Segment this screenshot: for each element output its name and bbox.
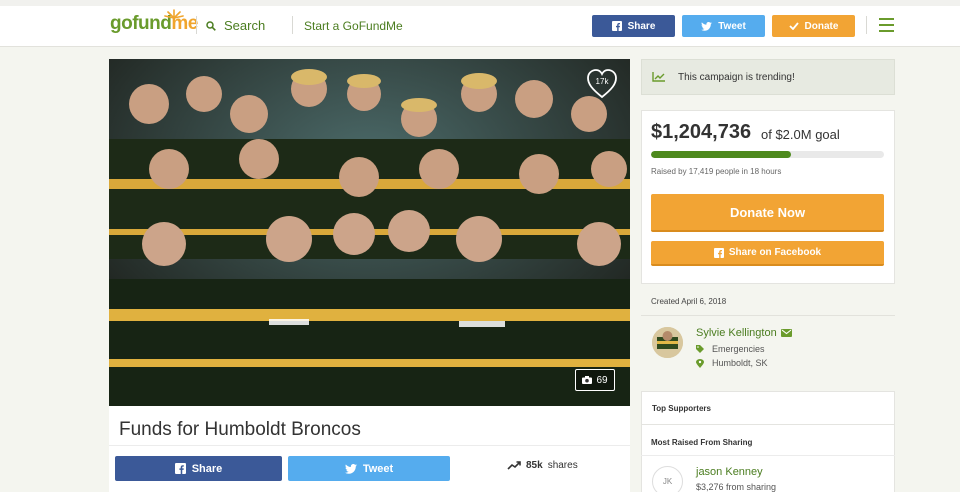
header-share-button[interactable]: Share xyxy=(592,15,675,37)
location-label: Humboldt, SK xyxy=(712,358,768,368)
supporter-name[interactable]: jason Kenney xyxy=(696,466,763,478)
hamburger-menu-icon[interactable] xyxy=(879,18,894,32)
divider xyxy=(641,315,895,316)
tweet-button[interactable]: Tweet xyxy=(288,456,450,481)
header-top-strip xyxy=(0,0,960,6)
progress-bar xyxy=(651,151,884,158)
trending-up-icon xyxy=(507,461,521,470)
share-on-facebook-button[interactable]: Share on Facebook xyxy=(651,241,884,266)
logo-sun-icon xyxy=(164,9,184,19)
supporter-amount: $3,276 from sharing xyxy=(696,482,777,492)
twitter-icon xyxy=(701,21,713,31)
header-divider xyxy=(866,16,867,34)
facebook-icon xyxy=(713,247,724,258)
heart-count: 17k xyxy=(595,77,609,86)
verified-email-icon xyxy=(780,329,792,337)
header-tweet-label: Tweet xyxy=(718,20,746,32)
header-divider xyxy=(292,16,293,34)
team-photo-image xyxy=(109,59,630,406)
raised-by-text: Raised by 17,419 people in 18 hours xyxy=(651,167,782,176)
shares-number: 85k xyxy=(526,460,543,471)
supporter-avatar: JK xyxy=(652,466,683,492)
organizer-avatar-image xyxy=(652,327,683,358)
twitter-icon xyxy=(344,463,357,474)
header-tweet-button[interactable]: Tweet xyxy=(682,15,765,37)
category-line[interactable]: Emergencies xyxy=(696,344,765,354)
campaign-photo[interactable] xyxy=(109,59,630,406)
header-share-label: Share xyxy=(627,20,656,32)
camera-icon xyxy=(582,376,593,384)
facebook-share-label: Share xyxy=(191,462,223,475)
donate-now-button[interactable]: Donate Now xyxy=(651,194,884,232)
organizer-avatar[interactable] xyxy=(652,327,683,358)
header-donate-label: Donate xyxy=(804,20,839,32)
checkmark-icon xyxy=(788,22,799,30)
trending-banner: This campaign is trending! xyxy=(641,59,895,95)
created-date: Created April 6, 2018 xyxy=(651,297,727,306)
organizer-name-link[interactable]: Sylvie Kellington xyxy=(696,327,792,339)
heart-count-badge[interactable]: 17k xyxy=(586,69,618,99)
most-raised-title: Most Raised From Sharing xyxy=(651,438,753,447)
facebook-icon xyxy=(611,21,622,31)
divider xyxy=(641,455,895,456)
trending-text: This campaign is trending! xyxy=(678,71,795,83)
facebook-share-button[interactable]: Share xyxy=(115,456,282,481)
location-line: Humboldt, SK xyxy=(696,358,768,368)
category-label: Emergencies xyxy=(712,344,765,354)
header-donate-button[interactable]: Donate xyxy=(772,15,855,37)
photo-count-button[interactable]: 69 xyxy=(575,369,615,391)
search-link[interactable]: Search xyxy=(206,18,265,33)
top-supporters-header[interactable]: Top Supporters xyxy=(641,391,895,425)
photo-count: 69 xyxy=(596,374,608,386)
tweet-label: Tweet xyxy=(362,462,394,475)
organizer-name: Sylvie Kellington xyxy=(696,327,777,339)
campaign-title: Funds for Humboldt Broncos xyxy=(119,419,361,440)
shares-label: shares xyxy=(547,460,578,471)
search-icon xyxy=(206,20,216,31)
tag-icon xyxy=(696,345,704,353)
trending-chart-icon xyxy=(652,72,665,82)
share-on-facebook-label: Share on Facebook xyxy=(728,247,822,258)
share-count: 85k shares xyxy=(507,460,578,471)
search-label: Search xyxy=(224,18,266,33)
progress-fill xyxy=(651,151,791,158)
start-gofundme-link[interactable]: Start a GoFundMe xyxy=(304,19,403,33)
location-pin-icon xyxy=(696,358,704,368)
goal-text: of $2.0M goal xyxy=(761,127,840,142)
amount-raised: $1,204,736 xyxy=(651,121,752,143)
divider xyxy=(109,445,630,446)
facebook-icon xyxy=(174,463,186,474)
header-divider xyxy=(196,16,197,34)
